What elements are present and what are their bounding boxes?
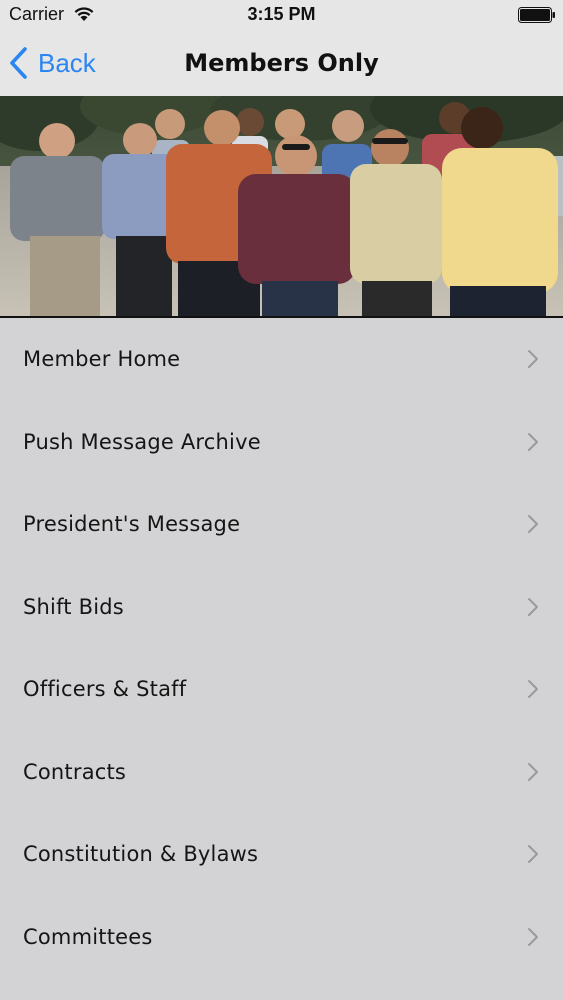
back-button[interactable]: Back bbox=[8, 40, 96, 86]
menu-item-label: Shift Bids bbox=[23, 594, 124, 619]
menu-item-label: President's Message bbox=[23, 512, 241, 537]
navigation-bar: Members Only Back bbox=[0, 30, 563, 96]
menu-item-presidents-message[interactable]: President's Message bbox=[0, 483, 563, 566]
menu-item-label: Member Home bbox=[23, 347, 181, 372]
menu-item-contracts[interactable]: Contracts bbox=[0, 731, 563, 814]
status-time: 3:15 PM bbox=[247, 4, 316, 24]
menu-item-constitution-bylaws[interactable]: Constitution & Bylaws bbox=[0, 813, 563, 896]
menu-list: Member Home Push Message Archive Preside… bbox=[0, 318, 563, 978]
back-label: Back bbox=[38, 47, 96, 78]
chevron-right-icon bbox=[528, 927, 538, 946]
group-photo-image bbox=[0, 96, 563, 318]
menu-item-committees[interactable]: Committees bbox=[0, 896, 563, 979]
chevron-right-icon bbox=[528, 515, 538, 534]
menu-item-label: Officers & Staff bbox=[23, 677, 187, 702]
chevron-right-icon bbox=[528, 597, 538, 616]
menu-item-push-message-archive[interactable]: Push Message Archive bbox=[0, 401, 563, 484]
chevron-right-icon bbox=[528, 350, 538, 369]
chevron-right-icon bbox=[528, 680, 538, 699]
menu-item-shift-bids[interactable]: Shift Bids bbox=[0, 566, 563, 649]
chevron-right-icon bbox=[528, 432, 538, 451]
menu-item-label: Push Message Archive bbox=[23, 429, 261, 454]
battery-icon bbox=[518, 7, 555, 23]
chevron-right-icon bbox=[528, 845, 538, 864]
menu-item-officers-staff[interactable]: Officers & Staff bbox=[0, 648, 563, 731]
menu-item-label: Contracts bbox=[23, 759, 127, 784]
group-photo bbox=[0, 96, 563, 318]
menu-item-member-home[interactable]: Member Home bbox=[0, 318, 563, 401]
menu-item-label: Committees bbox=[23, 924, 153, 949]
chevron-right-icon bbox=[528, 762, 538, 781]
menu-item-label: Constitution & Bylaws bbox=[23, 842, 259, 867]
status-bar: Carrier 3:15 PM bbox=[0, 0, 563, 30]
chevron-left-icon bbox=[10, 47, 27, 79]
